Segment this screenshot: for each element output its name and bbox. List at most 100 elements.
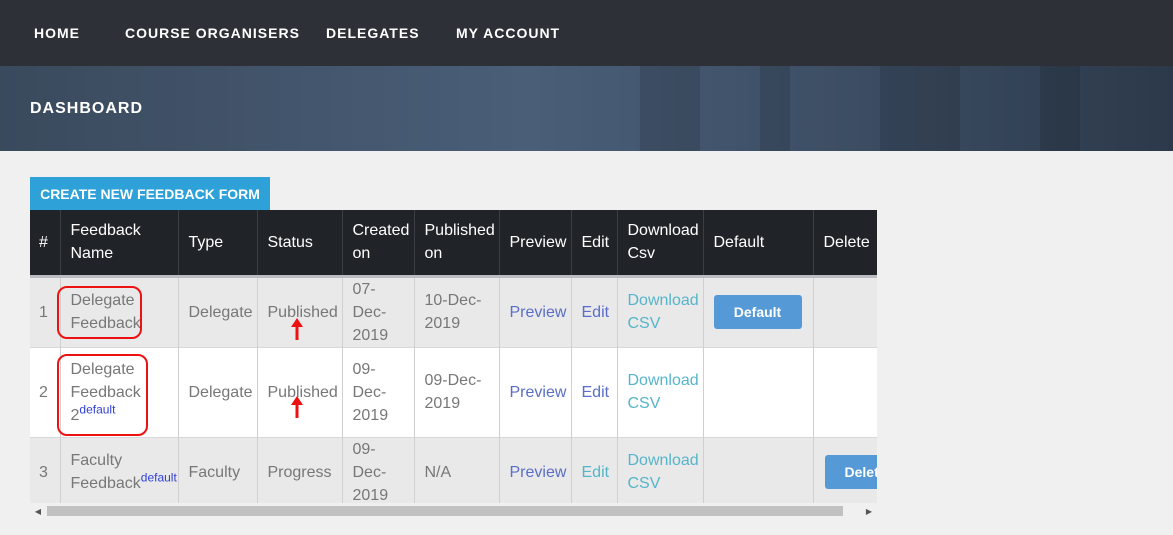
download-link-text: CSV [627, 315, 661, 332]
banner-decoration [640, 66, 700, 151]
edit-cell: Edit [571, 274, 618, 347]
column-header-number: # [30, 210, 61, 276]
feedback-name-cell: Delegate Feedback 2default [60, 346, 179, 437]
default-cell: Default [703, 274, 814, 347]
table-row: 3 Faculty Feedbackdefault Faculty Progres… [30, 436, 877, 505]
edit-link[interactable]: Edit [582, 464, 610, 481]
preview-cell: Preview [499, 346, 572, 437]
column-header-label: Download [627, 222, 699, 240]
date-text: 2019 [424, 395, 461, 412]
default-tag: default [79, 402, 116, 417]
feedback-name-text: Delegate [70, 292, 135, 309]
type-cell: Delegate [178, 274, 258, 347]
type-cell: Delegate [178, 346, 258, 437]
column-header-label: Csv [627, 245, 656, 263]
date-text: 10-Dec- [424, 292, 482, 309]
date-text: 2019 [352, 326, 389, 344]
default-cell [703, 346, 814, 437]
column-header-published-on: Published on [414, 210, 500, 276]
download-csv-link[interactable]: Download CSV [628, 452, 699, 492]
preview-link[interactable]: Preview [510, 384, 567, 401]
delete-cell [813, 346, 877, 437]
feedback-name-text: Delegate [70, 360, 135, 378]
download-link-text: Download [627, 452, 699, 469]
edit-cell: Edit [571, 436, 618, 505]
created-on-cell: 09-Dec- 2019 [342, 436, 415, 505]
banner-decoration [880, 66, 960, 151]
date-text: 07-Dec- [352, 280, 387, 321]
delete-button[interactable]: Delete [824, 455, 877, 489]
column-header-created-on: Created on [342, 210, 415, 276]
date-text: 2019 [424, 315, 461, 332]
published-on-cell: 09-Dec- 2019 [414, 346, 500, 437]
column-header-label: Feedback [70, 222, 141, 240]
column-header-label: # [39, 233, 48, 251]
nav-item-my-account[interactable]: MY ACCOUNT [456, 25, 560, 41]
column-header-type: Type [178, 210, 258, 276]
preview-link[interactable]: Preview [510, 304, 567, 321]
nav-item-course-organisers[interactable]: COURSE ORGANISERS [125, 25, 300, 41]
download-link-text: Download [627, 372, 699, 389]
table-row: 1 Delegate Feedback Delegate Published 07… [30, 274, 877, 347]
column-header-edit: Edit [571, 210, 618, 276]
column-header-label: Created [352, 222, 410, 240]
download-csv-link[interactable]: Download CSV [628, 372, 699, 412]
scroll-left-arrow-icon[interactable]: ◀ [30, 503, 46, 519]
download-link-text: CSV [627, 395, 661, 412]
row-number: 3 [30, 436, 61, 505]
date-text: 2019 [352, 486, 389, 504]
feedback-name-cell: Delegate Feedback [60, 274, 179, 347]
create-feedback-form-button[interactable]: CREATE NEW FEEDBACK FORM [30, 177, 270, 210]
edit-link[interactable]: Edit [582, 384, 610, 401]
scroll-right-arrow-icon[interactable]: ▶ [861, 503, 877, 519]
top-navigation: HOME COURSE ORGANISERS DELEGATES MY ACCO… [0, 0, 1173, 66]
column-header-feedback-name: Feedback Name [60, 210, 179, 276]
date-text: 09-Dec- [424, 372, 482, 389]
edit-link[interactable]: Edit [582, 304, 610, 321]
column-header-label: Status [267, 233, 313, 251]
download-csv-link[interactable]: Download CSV [628, 292, 699, 332]
column-header-default: Default [703, 210, 814, 276]
feedback-table-container: # Feedback Name Type Status Created on Pub… [30, 210, 877, 505]
download-link-text: CSV [627, 475, 661, 492]
feedback-name-cell: Faculty Feedbackdefault [60, 436, 179, 505]
published-on-cell: 10-Dec- 2019 [414, 274, 500, 347]
feedback-name-text: Feedback [70, 475, 141, 492]
preview-link[interactable]: Preview [510, 464, 567, 481]
edit-cell: Edit [571, 346, 618, 437]
table-row: 2 Delegate Feedback 2default Delegate Publ… [30, 346, 877, 437]
horizontal-scrollbar[interactable]: ◀ ▶ [30, 503, 877, 519]
column-header-download-csv: Download Csv [617, 210, 704, 276]
feedback-name-text: Faculty [70, 452, 123, 469]
column-header-label: Name [70, 245, 114, 263]
date-text: 09-Dec- [352, 360, 387, 401]
feedback-table: # Feedback Name Type Status Created on Pub… [30, 210, 877, 505]
delete-cell [813, 274, 877, 347]
table-header-row: # Feedback Name Type Status Created on Pub… [30, 210, 877, 276]
preview-cell: Preview [499, 274, 572, 347]
default-tag: default [140, 470, 177, 485]
banner-decoration [1040, 66, 1080, 151]
set-default-button[interactable]: Default [713, 295, 802, 329]
type-cell: Faculty [178, 436, 258, 505]
status-cell: Published [257, 346, 343, 437]
created-on-cell: 09-Dec- 2019 [342, 346, 415, 437]
column-header-label: on [352, 245, 371, 263]
date-text: 09-Dec- [352, 440, 387, 481]
status-cell: Published [257, 274, 343, 347]
preview-cell: Preview [499, 436, 572, 505]
column-header-label: Edit [581, 233, 610, 251]
nav-item-home[interactable]: HOME [34, 25, 80, 41]
row-number: 1 [30, 274, 61, 347]
created-on-cell: 07-Dec- 2019 [342, 274, 415, 347]
feedback-name-text: Feedback [70, 383, 141, 401]
delete-cell: Delete [813, 436, 877, 505]
download-cell: Download CSV [617, 346, 704, 437]
banner-decoration [760, 66, 790, 151]
download-cell: Download CSV [617, 274, 704, 347]
nav-item-delegates[interactable]: DELEGATES [326, 25, 420, 41]
default-cell [703, 436, 814, 505]
column-header-label: Default [713, 233, 765, 251]
page-title: DASHBOARD [30, 100, 143, 117]
scrollbar-thumb[interactable] [47, 506, 843, 516]
